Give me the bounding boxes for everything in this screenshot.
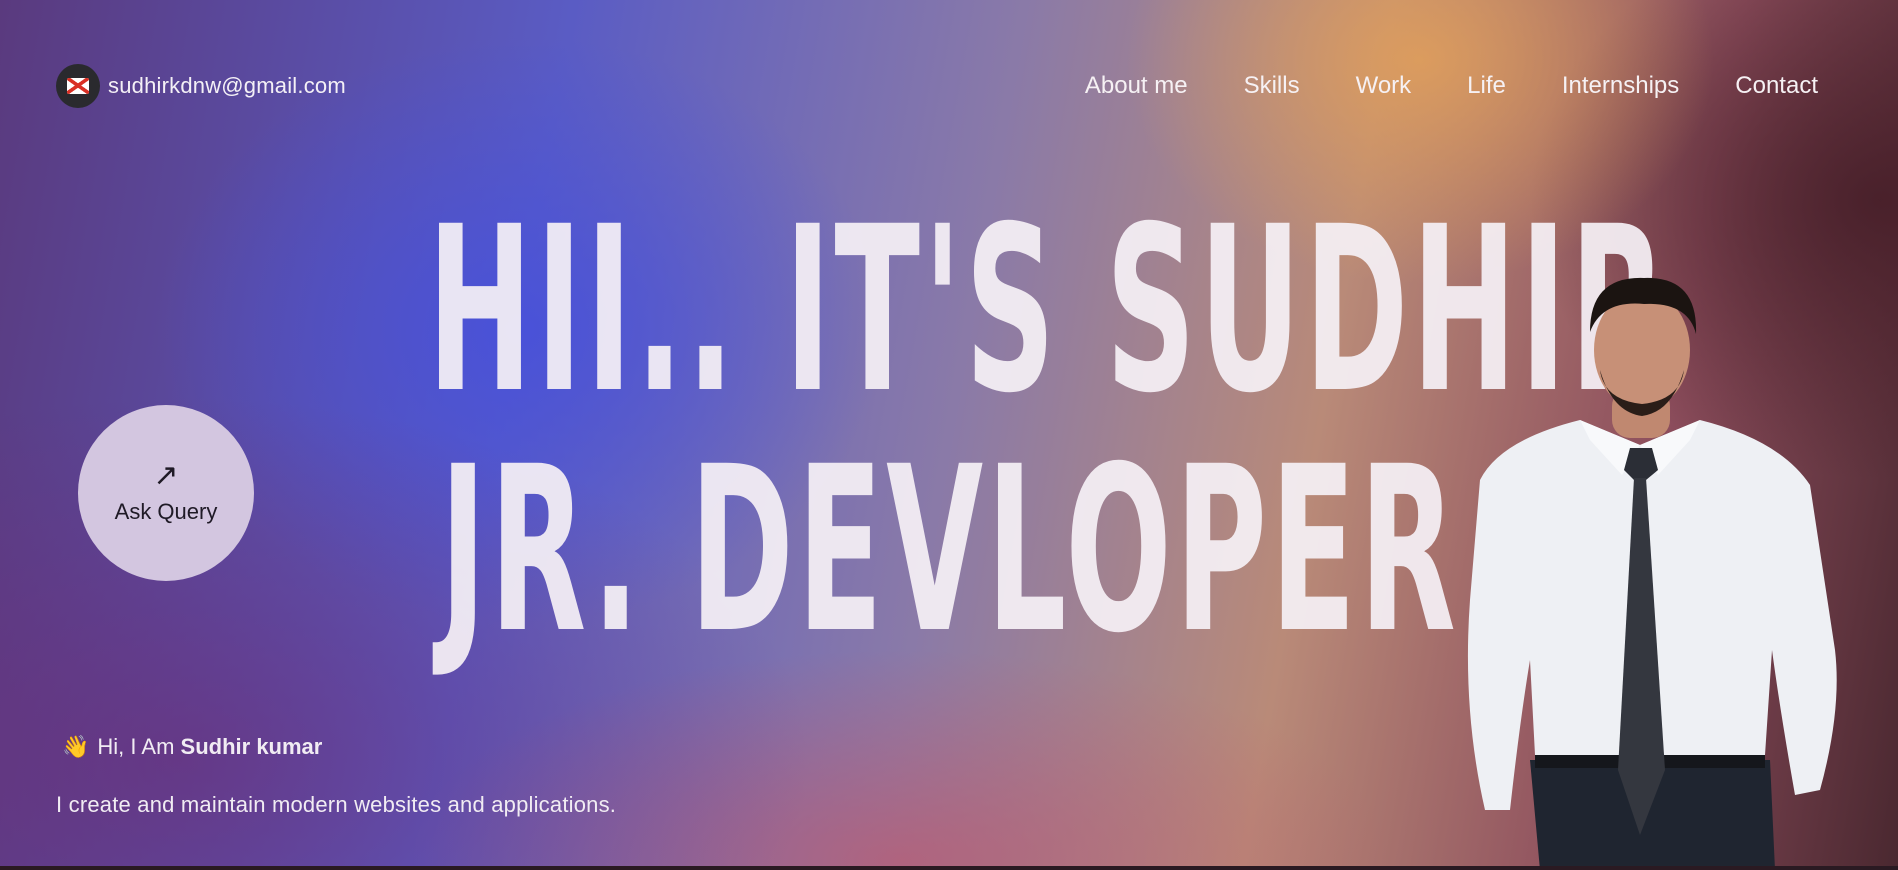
email-link[interactable]: sudhirkdnw@gmail.com (108, 73, 346, 99)
tagline: I create and maintain modern websites an… (56, 792, 617, 817)
arrow-up-right-icon: ↗ (153, 459, 179, 492)
waving-hand-icon: 👋 (62, 734, 90, 759)
hero-headline-line-2: JR. DEVLOPER (439, 417, 1460, 683)
nav-item-work[interactable]: Work (1356, 72, 1412, 100)
intro-prefix: Hi, I Am (97, 734, 175, 759)
bottom-divider (0, 866, 1898, 870)
main-nav: About me Skills Work Life Internships Co… (1085, 72, 1818, 100)
site-header: sudhirkdnw@gmail.com About me Skills Wor… (0, 0, 1898, 172)
nav-item-internships[interactable]: Internships (1562, 72, 1679, 100)
ask-query-button[interactable]: ↗ Ask Query (78, 405, 254, 581)
nav-item-about-me[interactable]: About me (1085, 72, 1188, 100)
nav-item-contact[interactable]: Contact (1735, 72, 1818, 100)
mail-icon[interactable] (56, 64, 100, 108)
intro-name: Sudhir kumar (180, 734, 323, 759)
nav-item-skills[interactable]: Skills (1244, 72, 1300, 100)
hero-headline-line-1: HII.. IT'S SUDHIR (427, 177, 1670, 443)
nav-item-life[interactable]: Life (1467, 72, 1506, 100)
gmail-icon (67, 78, 89, 94)
profile-photo (1467, 277, 1837, 870)
intro-line: 👋 Hi, I Am Sudhir kumar (62, 734, 322, 760)
ask-query-label: Ask Query (114, 499, 218, 524)
